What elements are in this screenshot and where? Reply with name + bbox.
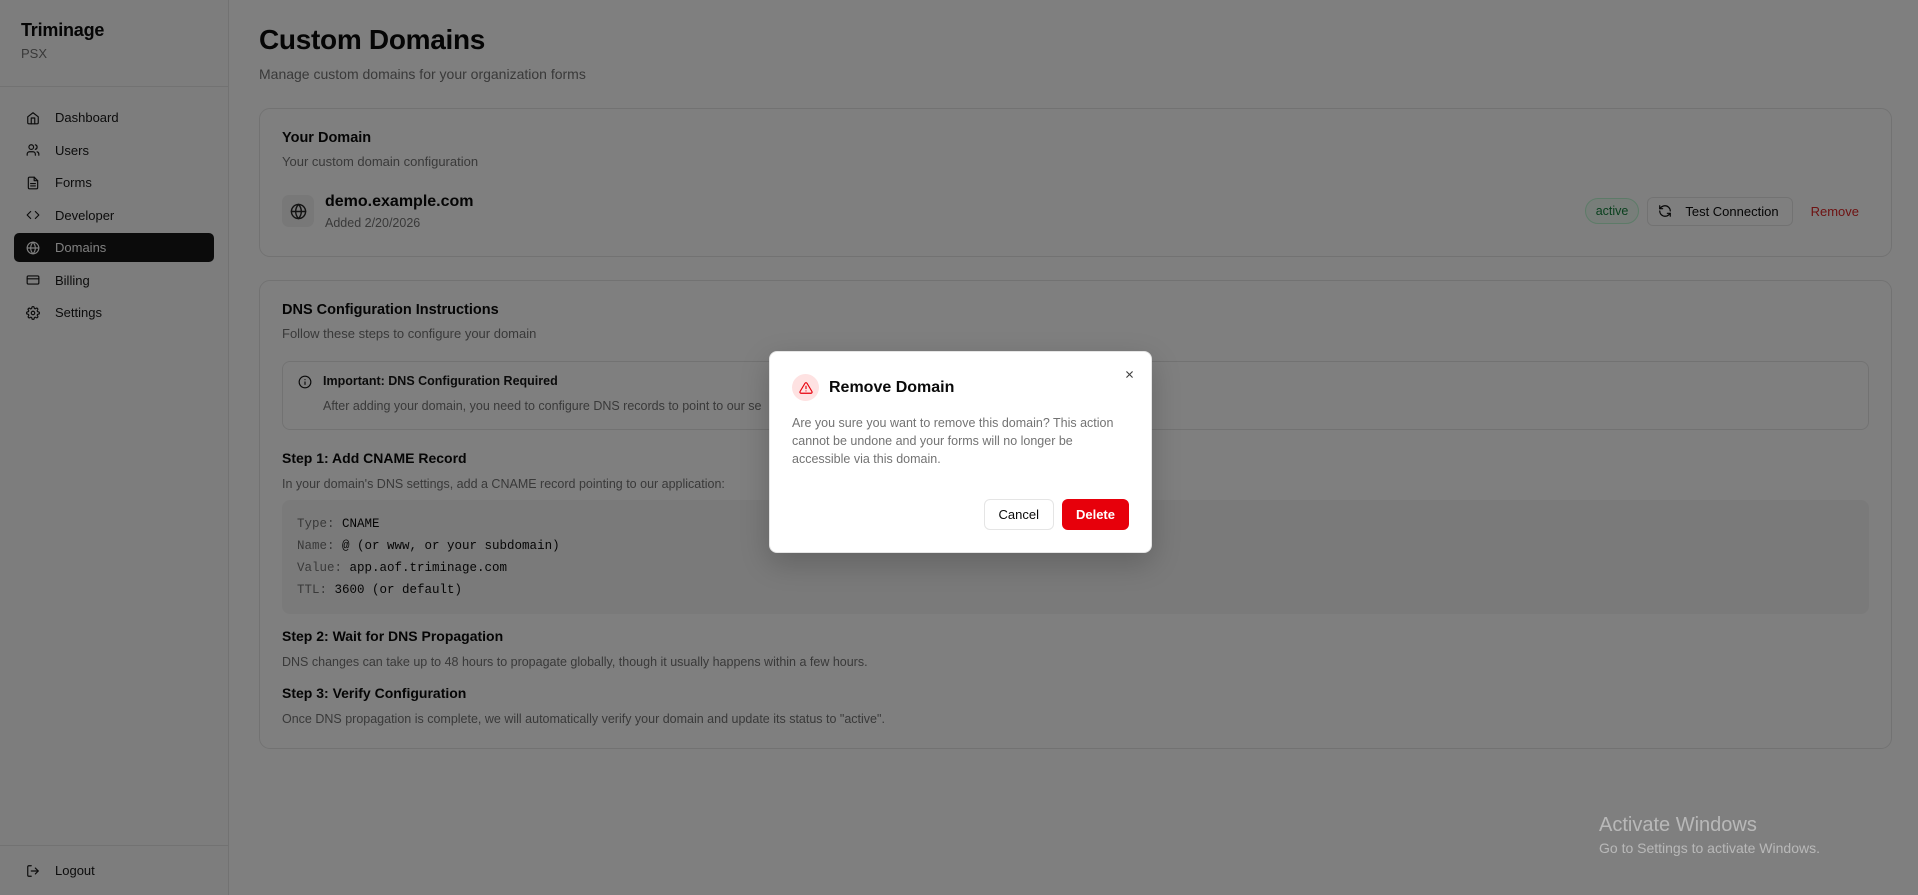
- activate-windows-watermark: Activate Windows Go to Settings to activ…: [1599, 814, 1820, 856]
- cancel-button[interactable]: Cancel: [983, 499, 1054, 530]
- close-icon[interactable]: [1121, 366, 1137, 382]
- watermark-title: Activate Windows: [1599, 814, 1757, 836]
- dialog-title: Remove Domain: [829, 378, 955, 396]
- dialog-header: Remove Domain: [792, 374, 1129, 401]
- dialog-message: Are you sure you want to remove this dom…: [792, 416, 1114, 466]
- dialog-buttons: Cancel Delete: [983, 499, 1129, 530]
- warning-icon: [792, 374, 819, 401]
- delete-button[interactable]: Delete: [1061, 499, 1129, 530]
- remove-domain-dialog: Remove Domain Are you sure you want to r…: [769, 351, 1152, 553]
- watermark-subtitle: Go to Settings to activate Windows.: [1599, 840, 1820, 856]
